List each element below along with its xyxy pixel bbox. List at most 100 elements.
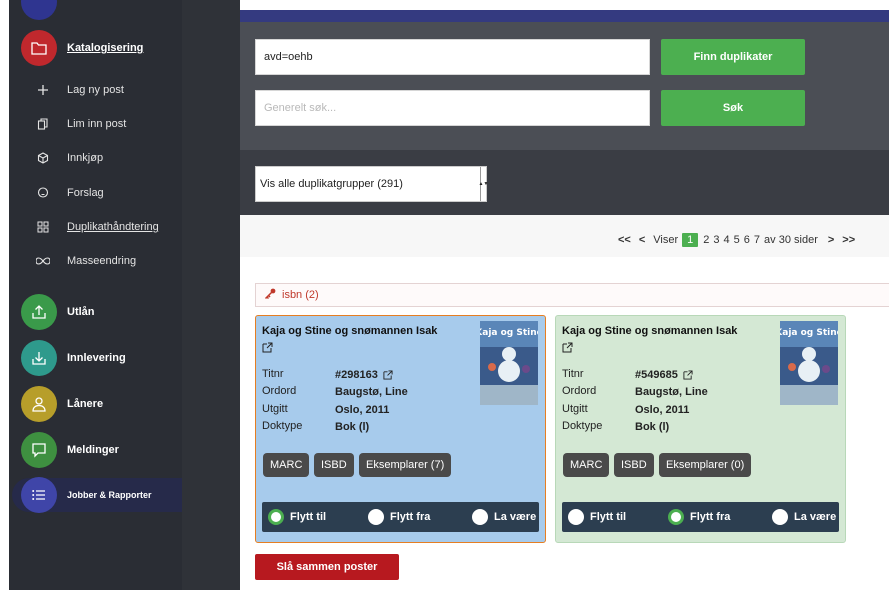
sidebar-item-forslag[interactable]: Forslag bbox=[35, 183, 104, 203]
plus-icon bbox=[35, 82, 51, 98]
first-page-button[interactable]: << bbox=[618, 234, 631, 246]
duplicate-group-header[interactable]: isbn (2) bbox=[255, 283, 889, 307]
app-root: Katalogisering Lag ny post Lim inn post … bbox=[0, 0, 889, 590]
chat-icon bbox=[21, 432, 57, 468]
nav-label: Katalogisering bbox=[67, 42, 144, 54]
page-2[interactable]: 2 bbox=[703, 234, 709, 246]
prev-page-button[interactable]: < bbox=[639, 234, 645, 246]
sidebar-item-masseendring[interactable]: Masseendring bbox=[35, 251, 136, 271]
radio-icon bbox=[568, 509, 584, 525]
nav-jobber-rapporter[interactable]: Jobber & Rapporter bbox=[21, 477, 152, 513]
isbd-button[interactable]: ISBD bbox=[614, 453, 654, 477]
radio-icon bbox=[472, 509, 488, 525]
sidebar-item-lim-inn-post[interactable]: Lim inn post bbox=[35, 114, 126, 134]
record-card-1[interactable]: Kaja og Stine og snømannen Isak Kaja og … bbox=[255, 315, 546, 543]
radio-flytt-til[interactable]: Flytt til bbox=[568, 509, 626, 525]
copies-button[interactable]: Eksemplarer (7) bbox=[359, 453, 452, 477]
search-button[interactable]: Søk bbox=[661, 90, 805, 126]
book-cover-image: Kaja og Stine bbox=[780, 321, 838, 405]
external-link-icon[interactable] bbox=[683, 370, 693, 380]
marc-button[interactable]: MARC bbox=[263, 453, 310, 477]
next-page-button[interactable]: > bbox=[828, 234, 834, 246]
select-arrow-icon: ▲▼ bbox=[479, 167, 488, 201]
page-1[interactable]: 1 bbox=[682, 233, 699, 247]
merge-direction-bar: Flytt til Flytt fra La være bbox=[262, 502, 539, 532]
nav-meldinger[interactable]: Meldinger bbox=[21, 432, 119, 468]
page-count-label: av 30 sider bbox=[764, 234, 818, 246]
page-5[interactable]: 5 bbox=[734, 234, 740, 246]
field-utgitt: Utgitt Oslo, 2011 bbox=[562, 403, 689, 417]
nav-katalogisering[interactable]: Katalogisering bbox=[21, 30, 143, 66]
field-value: Bok (l) bbox=[635, 421, 670, 433]
field-ordord: Ordord Baugstø, Line bbox=[562, 385, 708, 399]
page-3[interactable]: 3 bbox=[713, 234, 719, 246]
radio-la-vaere[interactable]: La være bbox=[772, 509, 836, 525]
page-4[interactable]: 4 bbox=[724, 234, 730, 246]
grid-icon bbox=[35, 219, 51, 235]
last-page-button[interactable]: >> bbox=[842, 234, 855, 246]
external-link-icon[interactable] bbox=[262, 342, 273, 353]
radio-flytt-fra[interactable]: Flytt fra bbox=[668, 509, 730, 525]
field-value: Baugstø, Line bbox=[335, 386, 408, 398]
field-utgitt: Utgitt Oslo, 2011 bbox=[262, 403, 389, 417]
user-icon bbox=[21, 386, 57, 422]
nav-lanere[interactable]: Lånere bbox=[21, 386, 103, 422]
field-value: Oslo, 2011 bbox=[635, 404, 690, 416]
download-icon bbox=[21, 340, 57, 376]
field-key: Ordord bbox=[562, 385, 597, 397]
infinity-icon bbox=[35, 253, 51, 269]
field-key: Utgitt bbox=[562, 403, 588, 415]
radio-label: Flytt fra bbox=[690, 511, 731, 523]
nav-label: Lånere bbox=[67, 398, 104, 410]
radio-label: La være bbox=[494, 511, 537, 523]
nav-innlevering[interactable]: Innlevering bbox=[21, 340, 126, 376]
sidebar-item-duplikathandtering[interactable]: Duplikathåndtering bbox=[35, 217, 159, 237]
sidebar-item-label: Lim inn post bbox=[67, 118, 127, 130]
group-label: isbn (2) bbox=[282, 289, 319, 301]
field-value: #298163 bbox=[335, 368, 393, 382]
merge-records-button[interactable]: Slå sammen poster bbox=[255, 554, 399, 580]
field-titnr: Titnr #549685 bbox=[562, 368, 693, 382]
radio-flytt-til[interactable]: Flytt til bbox=[268, 509, 326, 525]
top-menu-bubble[interactable] bbox=[21, 0, 57, 20]
select-value: Vis alle duplikatgrupper (291) bbox=[260, 178, 403, 190]
field-ordord: Ordord Baugstø, Line bbox=[262, 385, 408, 399]
record-card-2[interactable]: Kaja og Stine og snømannen Isak Kaja og … bbox=[555, 315, 846, 543]
field-value: #549685 bbox=[635, 368, 693, 382]
general-search-input[interactable]: Generelt søk... bbox=[255, 90, 650, 126]
sidebar-item-label: Innkjøp bbox=[67, 152, 104, 164]
merge-direction-bar: Flytt til Flytt fra La være bbox=[562, 502, 839, 532]
radio-la-vaere[interactable]: La være bbox=[472, 509, 536, 525]
radio-flytt-fra[interactable]: Flytt fra bbox=[368, 509, 430, 525]
page-7[interactable]: 7 bbox=[754, 234, 760, 246]
page-6[interactable]: 6 bbox=[744, 234, 750, 246]
external-link-icon[interactable] bbox=[383, 370, 393, 380]
key-icon bbox=[264, 288, 276, 303]
paste-icon bbox=[35, 116, 51, 132]
external-link-icon[interactable] bbox=[562, 342, 573, 353]
sidebar-gutter bbox=[182, 0, 240, 590]
sidebar-item-lag-ny-post[interactable]: Lag ny post bbox=[35, 80, 124, 100]
duplicate-group-select[interactable]: Vis alle duplikatgrupper (291) ▲▼ bbox=[255, 166, 488, 202]
radio-selected-icon bbox=[668, 509, 684, 525]
field-key: Utgitt bbox=[262, 403, 288, 415]
marc-button[interactable]: MARC bbox=[563, 453, 610, 477]
sidebar-item-label: Forslag bbox=[67, 187, 104, 199]
field-value: Bok (l) bbox=[335, 421, 370, 433]
nav-label: Meldinger bbox=[67, 444, 119, 456]
field-value: Baugstø, Line bbox=[635, 386, 708, 398]
copies-button[interactable]: Eksemplarer (0) bbox=[659, 453, 752, 477]
field-key: Doktype bbox=[562, 420, 603, 432]
svg-text:Kaja og Stine: Kaja og Stine bbox=[780, 328, 838, 338]
isbd-button[interactable]: ISBD bbox=[314, 453, 354, 477]
sidebar-item-label: Lag ny post bbox=[67, 84, 124, 96]
sidebar-item-innkjop[interactable]: Innkjøp bbox=[35, 148, 103, 168]
titnr-value: #549685 bbox=[635, 369, 678, 381]
top-strip bbox=[240, 0, 889, 10]
query-input[interactable]: avd=oehb bbox=[255, 39, 650, 75]
field-key: Ordord bbox=[262, 385, 297, 397]
find-duplicates-button[interactable]: Finn duplikater bbox=[661, 39, 805, 75]
nav-utlan[interactable]: Utlån bbox=[21, 294, 95, 330]
field-key: Doktype bbox=[262, 420, 303, 432]
book-cover-image: Kaja og Stine bbox=[480, 321, 538, 405]
